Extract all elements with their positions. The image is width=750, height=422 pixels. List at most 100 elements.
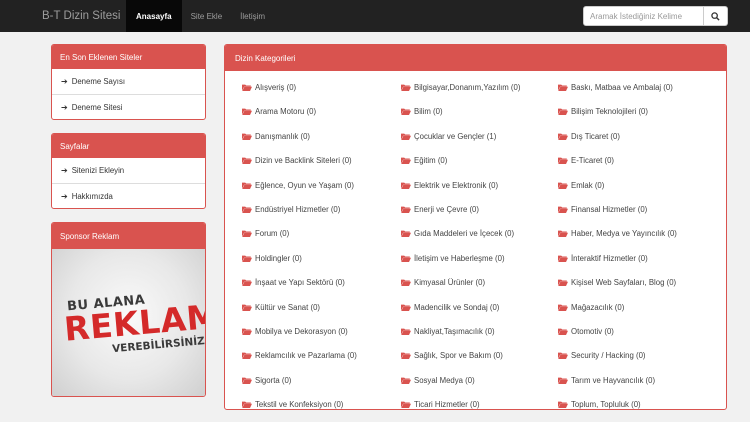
category-link[interactable]: Eğitim (0) [401, 156, 447, 165]
category-link[interactable]: Kültür ve Sanat (0) [242, 303, 320, 312]
category-label: İletişim ve Haberleşme (0) [414, 253, 505, 263]
category-link[interactable]: Sigorta (0) [242, 376, 291, 385]
category-link[interactable]: İletişim ve Haberleşme (0) [401, 254, 505, 263]
category-link[interactable]: Bilim (0) [401, 107, 443, 116]
folder-open-icon [242, 304, 255, 311]
category-link[interactable]: Tekstil ve Konfeksiyon (0) [242, 400, 343, 409]
category-link[interactable]: Mobilya ve Dekorasyon (0) [242, 327, 348, 336]
arrow-right-icon: ➔ [61, 191, 68, 201]
folder-open-icon [242, 133, 255, 140]
folder-open-icon [242, 328, 255, 335]
category-label: Finansal Hizmetler (0) [571, 205, 648, 214]
folder-open-icon [558, 304, 571, 311]
category-link[interactable]: Baskı, Matbaa ve Ambalaj (0) [558, 83, 673, 92]
navbar: B-T Dizin Sitesi Anasayfa Site Ekle İlet… [0, 0, 750, 32]
list-item[interactable]: ➔ Hakkımızda [52, 183, 205, 208]
pages-title: Sayfalar [52, 134, 205, 158]
category-link[interactable]: Nakliyat,Taşımacılık (0) [401, 327, 495, 336]
category-label: Gıda Maddeleri ve İçecek (0) [414, 229, 515, 239]
folder-open-icon [558, 206, 571, 213]
category-link[interactable]: Forum (0) [242, 229, 289, 238]
brand-link[interactable]: B-T Dizin Sitesi [42, 10, 126, 22]
latest-sites-panel: En Son Eklenen Siteler ➔ Deneme Sayısı ➔ D… [51, 44, 206, 120]
list-item[interactable]: ➔ Deneme Sitesi [52, 94, 205, 119]
list-item[interactable]: ➔ Sitenizi Ekleyin [52, 158, 205, 183]
category-label: E-Ticaret (0) [571, 156, 615, 166]
folder-open-icon [401, 401, 414, 409]
category-link[interactable]: Dış Ticaret (0) [558, 132, 620, 141]
folder-open-icon [558, 108, 571, 116]
category-link[interactable]: Haber, Medya ve Yayıncılık (0) [558, 229, 677, 238]
category-link[interactable]: Security / Hacking (0) [558, 351, 646, 360]
categories-title: Dizin Kategorileri [225, 45, 726, 71]
category-label: Eğitim (0) [414, 156, 448, 166]
search-button[interactable] [704, 6, 728, 26]
folder-open-icon [558, 328, 571, 335]
category-link[interactable]: Finansal Hizmetler (0) [558, 205, 647, 214]
folder-open-icon [242, 84, 255, 91]
nav-add-site[interactable]: Site Ekle [182, 0, 232, 32]
category-link[interactable]: Toplum, Topluluk (0) [558, 400, 641, 409]
category-link[interactable]: Dizin ve Backlink Siteleri (0) [242, 156, 352, 165]
category-link[interactable]: Tarım ve Hayvancılık (0) [558, 376, 655, 385]
list-item-label: Deneme Sitesi [71, 102, 123, 112]
category-label: Emlak (0) [571, 180, 605, 190]
folder-open-icon [242, 352, 255, 360]
folder-open-icon [401, 206, 414, 213]
folder-open-icon [242, 377, 255, 384]
folder-open-icon [401, 377, 414, 384]
category-link[interactable]: Danışmanlık (0) [242, 132, 310, 141]
sponsor-ad-image[interactable]: BU ALANA REKLAM VEREBİLİRSİNİZ! [52, 249, 205, 396]
category-link[interactable]: Endüstriyel Hizmetler (0) [242, 205, 340, 214]
folder-open-icon [401, 304, 414, 311]
category-link[interactable]: Holdingler (0) [242, 254, 302, 263]
category-link[interactable]: Kişisel Web Sayfaları, Blog (0) [558, 278, 676, 287]
list-item-label: Deneme Sayısı [71, 77, 126, 86]
category-link[interactable]: İnşaat ve Yapı Sektörü (0) [242, 278, 345, 287]
category-link[interactable]: Reklamcılık ve Pazarlama (0) [242, 351, 357, 360]
category-link[interactable]: Enerji ve Çevre (0) [401, 205, 479, 214]
category-label: Eğlence, Oyun ve Yaşam (0) [255, 180, 354, 190]
category-label: Enerji ve Çevre (0) [414, 205, 479, 214]
category-link[interactable]: İnteraktif Hizmetler (0) [558, 254, 648, 263]
folder-open-icon [401, 279, 414, 287]
category-label: İnşaat ve Yapı Sektörü (0) [255, 278, 345, 288]
category-link[interactable]: Emlak (0) [558, 181, 604, 190]
category-link[interactable]: Eğlence, Oyun ve Yaşam (0) [242, 181, 354, 190]
category-link[interactable]: Kimyasal Ürünler (0) [401, 278, 485, 287]
search-input[interactable] [583, 6, 704, 26]
category-label: Mobilya ve Dekorasyon (0) [255, 327, 348, 336]
nav-contact[interactable]: İletişim [231, 0, 274, 32]
category-link[interactable]: Ticari Hizmetler (0) [401, 400, 480, 409]
category-link[interactable]: Otomotiv (0) [558, 327, 614, 336]
category-link[interactable]: Madencilik ve Sondaj (0) [401, 303, 499, 312]
category-label: Kişisel Web Sayfaları, Blog (0) [571, 278, 677, 288]
folder-open-icon [401, 230, 414, 238]
category-link[interactable]: Bilişim Teknolojileri (0) [558, 107, 648, 116]
category-link[interactable]: Elektrik ve Elektronik (0) [401, 181, 498, 190]
category-label: Haber, Medya ve Yayıncılık (0) [571, 229, 677, 239]
folder-open-icon [242, 401, 255, 409]
folder-open-icon [242, 108, 255, 116]
category-link[interactable]: Arama Motoru (0) [242, 107, 316, 116]
category-label: Security / Hacking (0) [571, 351, 646, 361]
category-link[interactable]: Bilgisayar,Donanım,Yazılım (0) [401, 83, 520, 92]
category-link[interactable]: Mağazacılık (0) [558, 303, 624, 312]
category-link[interactable]: E-Ticaret (0) [558, 156, 614, 165]
arrow-right-icon: ➔ [61, 77, 68, 86]
category-link[interactable]: Çocuklar ve Gençler (1) [401, 132, 496, 141]
category-link[interactable]: Alışveriş (0) [242, 83, 296, 92]
category-label: Tekstil ve Konfeksiyon (0) [255, 400, 344, 410]
category-label: Tarım ve Hayvancılık (0) [571, 375, 656, 385]
category-link[interactable]: Sağlık, Spor ve Bakım (0) [401, 351, 503, 360]
category-link[interactable]: Gıda Maddeleri ve İçecek (0) [401, 229, 514, 238]
folder-open-icon [558, 230, 571, 238]
latest-sites-list: ➔ Deneme Sayısı ➔ Deneme Sitesi [52, 69, 205, 119]
category-label: Endüstriyel Hizmetler (0) [255, 205, 341, 214]
list-item[interactable]: ➔ Deneme Sayısı [52, 69, 205, 94]
sponsor-panel: Sponsor Reklam BU ALANA REKLAM VEREBİLİR… [51, 222, 206, 397]
search-icon [711, 11, 720, 21]
category-link[interactable]: Sosyal Medya (0) [401, 376, 475, 385]
nav-home[interactable]: Anasayfa [126, 0, 182, 32]
category-label: Nakliyat,Taşımacılık (0) [414, 327, 495, 336]
